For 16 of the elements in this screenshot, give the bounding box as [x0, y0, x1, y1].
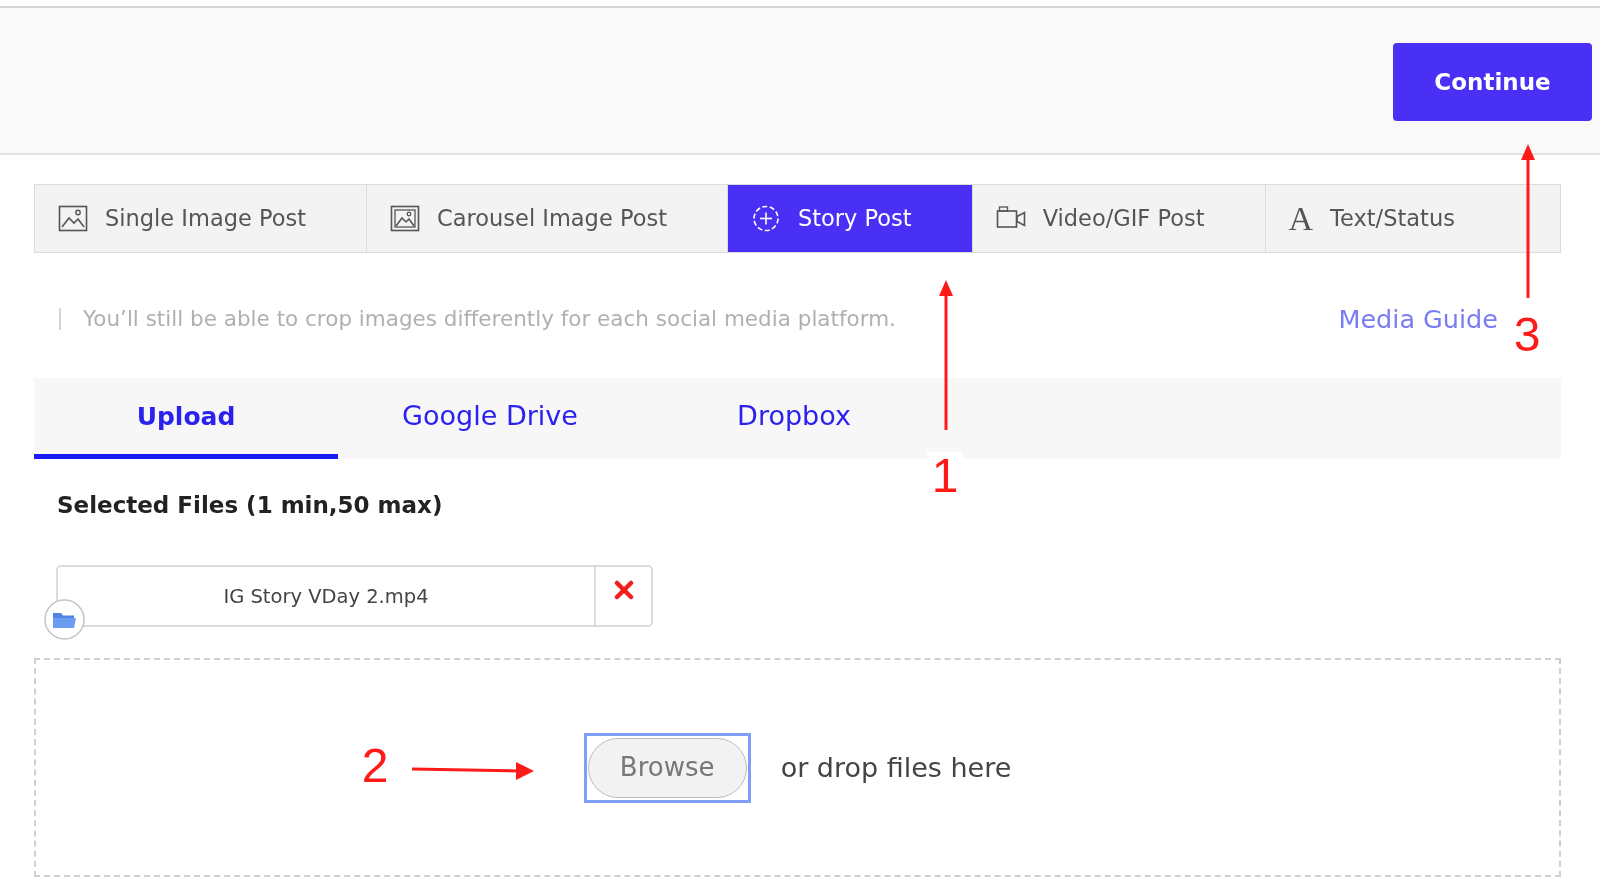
browse-button[interactable]: Browse — [583, 732, 751, 803]
cross-icon — [613, 580, 634, 601]
file-name: IG Story VDay 2.mp4 — [222, 583, 430, 610]
selected-files-heading: Selected Files (1 min,50 max) — [56, 491, 444, 520]
remove-file-button[interactable] — [594, 567, 651, 626]
plus-circle-icon — [751, 205, 781, 232]
post-type-tab[interactable]: Story Post — [728, 185, 973, 252]
letter-icon: A — [1288, 202, 1314, 235]
source-tab[interactable]: Google Drive — [338, 378, 642, 460]
media-guide-link[interactable]: Media Guide — [1338, 300, 1498, 339]
drop-hint-text: or drop files here — [780, 750, 1012, 785]
continue-button[interactable]: Continue — [1393, 43, 1592, 121]
images-icon — [390, 205, 421, 232]
image-icon — [58, 205, 88, 232]
source-tab[interactable]: Upload — [34, 378, 338, 460]
hint-text: You’ll still be able to crop images differently for each social media platform. — [59, 308, 896, 331]
